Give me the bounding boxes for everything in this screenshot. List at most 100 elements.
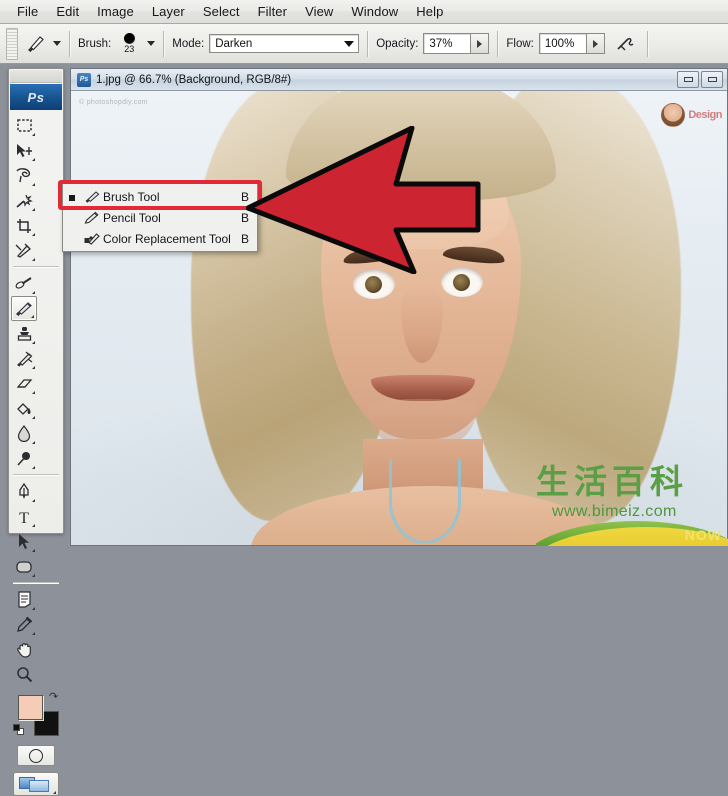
menu-item-select[interactable]: Select [194,2,249,21]
flyout-corner-icon [29,499,35,502]
tool-dodge[interactable] [11,446,37,471]
tool-notes[interactable] [11,587,37,612]
quick-mask-button[interactable] [17,745,55,766]
tool-move[interactable] [11,138,37,163]
brush-picker-chevron-icon[interactable] [147,41,156,46]
toolbox-divider-1 [13,266,59,267]
iris-left [365,276,382,293]
options-divider-1 [69,30,70,57]
canvas-badge-label: Design [688,109,722,121]
options-divider-4 [497,30,499,57]
blend-mode-select[interactable]: Darken [209,34,360,53]
tool-crop[interactable] [11,213,37,238]
hair-top [286,91,556,201]
menu-item-view[interactable]: View [296,2,342,21]
toolbox-tools-group-2 [9,269,63,471]
tool-healing-brush[interactable] [11,271,37,296]
tool-history-brush[interactable] [11,346,37,371]
opacity-slider-button[interactable] [470,34,489,53]
flyout-shortcut: B [240,231,249,246]
flyout-corner-icon [29,133,35,136]
flow-label: Flow: [506,37,534,50]
pencil-tool-icon [81,211,103,225]
menu-item-window[interactable]: Window [342,2,407,21]
photoshop-document-icon: Ps [77,72,91,87]
iris-right [453,274,470,291]
flyout-corner-icon [29,183,35,186]
tool-eyedropper[interactable] [11,612,37,637]
toolbox-tools-group-1 [9,111,63,263]
flyout-item-color-replacement-tool[interactable]: Color Replacement Tool B [63,228,257,249]
flow-field[interactable]: 100% [538,33,605,54]
flyout-corner-icon [29,391,35,394]
tool-type[interactable]: T [11,504,37,529]
photoshop-logo: Ps [10,84,62,110]
options-bar: Brush: 23 Mode: Darken Opacity: 37% Flow… [0,24,728,64]
foreground-color-swatch[interactable] [18,695,43,720]
flyout-shortcut: B [240,189,249,204]
screen-mode-icon-front [29,780,49,792]
menu-item-help[interactable]: Help [407,2,452,21]
toolbox-divider-3 [13,582,59,583]
tool-rectangular-marquee[interactable] [11,113,37,138]
swap-colors-icon[interactable]: ↷ [49,692,58,703]
maximize-button[interactable] [701,71,723,88]
toolbox-grip[interactable] [10,70,62,83]
menu-item-image[interactable]: Image [88,2,143,21]
flyout-corner-icon [29,574,35,577]
flyout-corner-icon [29,632,35,635]
flyout-corner-icon [29,416,35,419]
menu-item-layer[interactable]: Layer [143,2,194,21]
flyout-corner-icon [50,791,56,794]
options-bar-grip[interactable] [6,27,18,60]
quick-mask-icon [29,748,43,763]
flyout-corner-icon [29,466,35,469]
flyout-shortcut: B [240,210,249,225]
watermark-corner-text: NOW [684,527,722,543]
brush-size-preview[interactable]: 23 [116,33,142,54]
tool-brush[interactable] [11,296,37,321]
airbrush-icon[interactable] [613,32,639,56]
canvas-badge: Design [661,103,722,127]
flyout-corner-icon [29,549,35,552]
site-watermark: NOW 生活百科 www.bimeiz.com [536,463,728,546]
document-title-bar[interactable]: Ps 1.jpg @ 66.7% (Background, RGB/8#) [71,69,727,91]
minimize-button[interactable] [677,71,699,88]
flyout-corner-icon [29,366,35,369]
toolbox-divider-2 [13,474,59,475]
menu-item-filter[interactable]: Filter [249,2,297,21]
brush-tool-icon[interactable] [22,32,48,56]
default-colors-icon[interactable] [13,724,24,735]
brush-size-value: 23 [124,44,135,54]
tool-blur[interactable] [11,421,37,446]
menu-item-file[interactable]: File [8,2,47,21]
tool-hand[interactable] [11,637,37,662]
tool-zoom[interactable] [11,662,37,687]
photoshop-window: File Edit Image Layer Select Filter View… [0,0,728,796]
flyout-corner-icon [29,607,35,610]
tool-magic-wand[interactable] [11,188,37,213]
tool-path-selection[interactable] [11,529,37,554]
menu-bar: File Edit Image Layer Select Filter View… [0,0,728,24]
flyout-item-brush-tool[interactable]: Brush Tool B [63,186,257,207]
tool-lasso[interactable] [11,163,37,188]
tool-slice[interactable] [11,238,37,263]
tool-clone-stamp[interactable] [11,321,37,346]
tool-eraser[interactable] [11,371,37,396]
tool-paint-bucket[interactable] [11,396,37,421]
tool-preset-chevron-icon[interactable] [53,41,61,46]
toolbox-tools-group-4 [9,585,63,687]
brush-tool-icon [81,190,103,204]
toolbox-panel: Ps T ↷ [8,68,64,796]
screen-mode-button[interactable] [13,772,59,796]
flow-value: 100% [544,37,575,50]
options-divider-2 [163,30,165,57]
canvas-watermark-topleft: © photoshopdiy.com [79,99,148,106]
opacity-field[interactable]: 37% [423,33,490,54]
flyout-item-pencil-tool[interactable]: Pencil Tool B [63,207,257,228]
options-divider-5 [646,30,648,57]
tool-shape[interactable] [11,554,37,579]
tool-pen[interactable] [11,479,37,504]
flow-slider-button[interactable] [585,34,604,53]
menu-item-edit[interactable]: Edit [47,2,88,21]
